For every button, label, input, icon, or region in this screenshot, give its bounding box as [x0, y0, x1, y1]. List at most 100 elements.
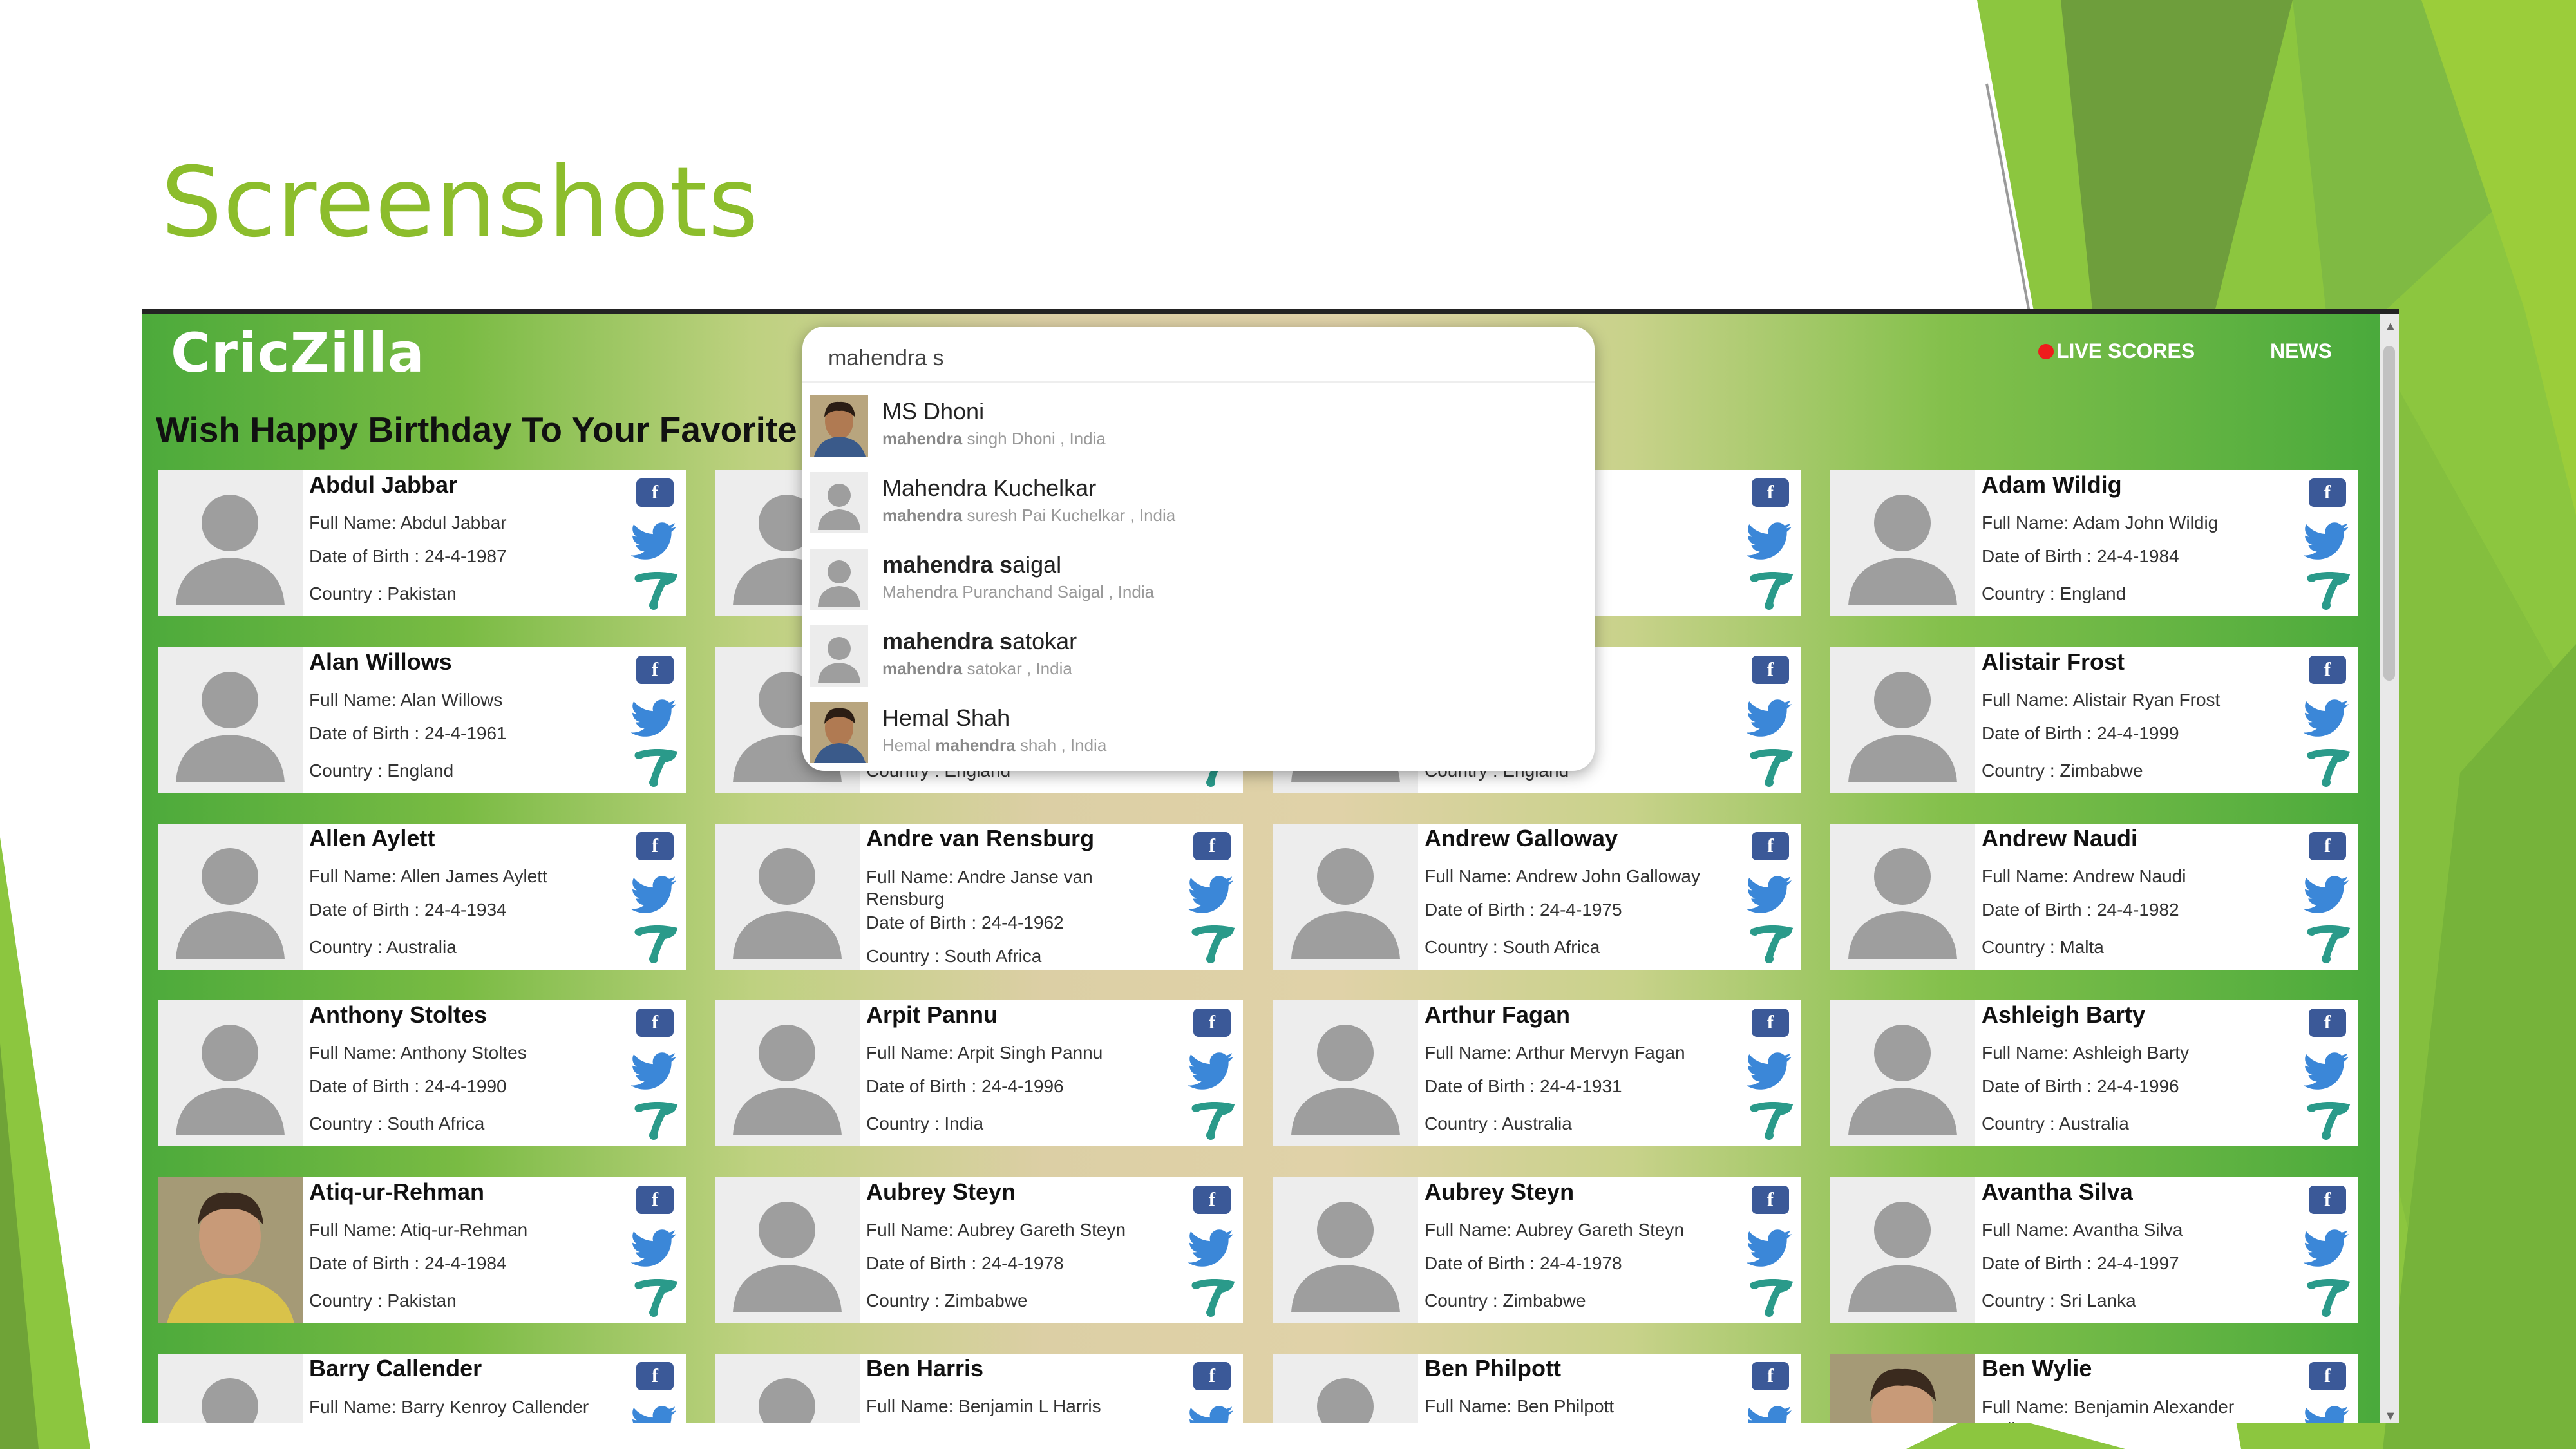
scroll-up-icon[interactable]: ▲	[2384, 320, 2397, 333]
twitter-icon[interactable]	[630, 1052, 679, 1092]
facebook-icon[interactable]: f	[2309, 656, 2346, 684]
facebook-icon[interactable]: f	[1752, 1009, 1789, 1037]
player-card[interactable]: Barry Callender Full Name: Barry Kenroy C…	[158, 1354, 686, 1423]
twitter-icon[interactable]	[2303, 875, 2351, 915]
twitter-icon[interactable]	[631, 1405, 679, 1423]
twitter-icon[interactable]	[1747, 1405, 1794, 1423]
player-name[interactable]: Arpit Pannu	[866, 1001, 998, 1028]
player-name[interactable]: Barry Callender	[309, 1355, 482, 1382]
twitter-icon[interactable]	[630, 875, 679, 915]
twitter-icon[interactable]	[2303, 1229, 2351, 1269]
player-card[interactable]: Ben Wylie Full Name: Benjamin Alexander W…	[1830, 1354, 2358, 1423]
player-card[interactable]: Ashleigh Barty Full Name: Ashleigh Barty D…	[1830, 1000, 2358, 1146]
twitter-icon[interactable]	[1746, 522, 1794, 562]
link-icon[interactable]	[1750, 748, 1795, 789]
player-card[interactable]: Ben Harris Full Name: Benjamin L Harris f	[715, 1354, 1243, 1423]
facebook-icon[interactable]: f	[1193, 1009, 1231, 1037]
player-name[interactable]: Alistair Frost	[1982, 649, 2125, 676]
facebook-icon[interactable]: f	[1193, 832, 1231, 860]
facebook-icon[interactable]: f	[1752, 832, 1789, 860]
player-name[interactable]: Ben Philpott	[1425, 1355, 1561, 1382]
player-card[interactable]: Arthur Fagan Full Name: Arthur Mervyn Fag…	[1273, 1000, 1801, 1146]
facebook-icon[interactable]: f	[1193, 1186, 1231, 1214]
link-icon[interactable]	[1191, 1278, 1236, 1319]
player-name[interactable]: Andrew Naudi	[1982, 825, 2137, 852]
player-card[interactable]: Anthony Stoltes Full Name: Anthony Stolte…	[158, 1000, 686, 1146]
scroll-thumb[interactable]	[2383, 346, 2395, 681]
search-input[interactable]	[828, 343, 1537, 373]
player-card[interactable]: Arpit Pannu Full Name: Arpit Singh Pannu D…	[715, 1000, 1243, 1146]
player-name[interactable]: Ashleigh Barty	[1982, 1001, 2145, 1028]
search-suggestion[interactable]: MS Dhoni mahendra singh Dhoni , India	[802, 388, 1595, 464]
player-card[interactable]: Alistair Frost Full Name: Alistair Ryan F…	[1830, 647, 2358, 793]
facebook-icon[interactable]: f	[636, 832, 674, 860]
player-card[interactable]: Aubrey Steyn Full Name: Aubrey Gareth Ste…	[1273, 1177, 1801, 1323]
facebook-icon[interactable]: f	[2309, 1362, 2346, 1390]
search-suggestion[interactable]: mahendra saigal Mahendra Puranchand Saiga…	[802, 541, 1595, 618]
player-card[interactable]: Andrew Galloway Full Name: Andrew John Ga…	[1273, 824, 1801, 970]
facebook-icon[interactable]: f	[636, 478, 674, 507]
player-name[interactable]: Adam Wildig	[1982, 471, 2122, 498]
link-icon[interactable]	[2307, 1278, 2352, 1319]
twitter-icon[interactable]	[2303, 699, 2351, 739]
twitter-icon[interactable]	[630, 699, 679, 739]
twitter-icon[interactable]	[1188, 875, 1236, 915]
link-icon[interactable]	[1750, 1278, 1795, 1319]
player-name[interactable]: Anthony Stoltes	[309, 1001, 487, 1028]
player-name[interactable]: Andre van Rensburg	[866, 825, 1094, 852]
link-icon[interactable]	[1191, 925, 1236, 965]
twitter-icon[interactable]	[1188, 1405, 1236, 1423]
twitter-icon[interactable]	[630, 522, 679, 562]
facebook-icon[interactable]: f	[1752, 478, 1789, 507]
search-suggestion[interactable]: mahendra satokar mahendra satokar , India	[802, 618, 1595, 694]
twitter-icon[interactable]	[2303, 522, 2351, 562]
search-suggestion[interactable]: Mahendra Kuchelkar mahendra suresh Pai Ku…	[802, 464, 1595, 541]
app-logo[interactable]: CricZilla	[171, 321, 425, 384]
link-icon[interactable]	[2307, 1101, 2352, 1142]
player-name[interactable]: Alan Willows	[309, 649, 452, 676]
player-name[interactable]: Andrew Galloway	[1425, 825, 1618, 852]
player-name[interactable]: Atiq-ur-Rehman	[309, 1179, 484, 1206]
link-icon[interactable]	[634, 748, 679, 789]
player-name[interactable]: Ben Harris	[866, 1355, 983, 1382]
twitter-icon[interactable]	[1746, 699, 1794, 739]
player-name[interactable]: Avantha Silva	[1982, 1179, 2133, 1206]
link-icon[interactable]	[1750, 571, 1795, 612]
player-card[interactable]: Andrew Naudi Full Name: Andrew Naudi Date …	[1830, 824, 2358, 970]
twitter-icon[interactable]	[1746, 1229, 1794, 1269]
link-icon[interactable]	[1191, 1101, 1236, 1142]
link-icon[interactable]	[1750, 925, 1795, 965]
link-icon[interactable]	[634, 1278, 679, 1319]
player-name[interactable]: Aubrey Steyn	[1425, 1179, 1574, 1206]
facebook-icon[interactable]: f	[2309, 478, 2346, 507]
twitter-icon[interactable]	[630, 1229, 679, 1269]
player-card[interactable]: Andre van Rensburg Full Name: Andre Janse…	[715, 824, 1243, 970]
facebook-icon[interactable]: f	[2309, 832, 2346, 860]
link-icon[interactable]	[634, 1101, 679, 1142]
facebook-icon[interactable]: f	[1752, 1186, 1789, 1214]
link-icon[interactable]	[634, 571, 679, 612]
link-icon[interactable]	[2307, 925, 2352, 965]
nav-news[interactable]: NEWS	[2270, 339, 2332, 363]
link-icon[interactable]	[2307, 748, 2352, 789]
facebook-icon[interactable]: f	[636, 1362, 674, 1390]
facebook-icon[interactable]: f	[1752, 1362, 1789, 1390]
player-card[interactable]: Avantha Silva Full Name: Avantha Silva Dat…	[1830, 1177, 2358, 1323]
facebook-icon[interactable]: f	[636, 1186, 674, 1214]
player-name[interactable]: Abdul Jabbar	[309, 471, 457, 498]
facebook-icon[interactable]: f	[636, 656, 674, 684]
scroll-down-icon[interactable]: ▼	[2384, 1410, 2397, 1423]
nav-live-scores[interactable]: LIVE SCORES	[2038, 339, 2195, 363]
facebook-icon[interactable]: f	[1193, 1362, 1231, 1390]
facebook-icon[interactable]: f	[2309, 1009, 2346, 1037]
player-card[interactable]: Ben Philpott Full Name: Ben Philpott f	[1273, 1354, 1801, 1423]
player-card[interactable]: Adam Wildig Full Name: Adam John Wildig Da…	[1830, 470, 2358, 616]
facebook-icon[interactable]: f	[636, 1009, 674, 1037]
player-card[interactable]: Alan Willows Full Name: Alan Willows Date …	[158, 647, 686, 793]
player-card[interactable]: Aubrey Steyn Full Name: Aubrey Gareth Ste…	[715, 1177, 1243, 1323]
player-name[interactable]: Ben Wylie	[1982, 1355, 2092, 1382]
twitter-icon[interactable]	[2304, 1405, 2351, 1423]
player-card[interactable]: Atiq-ur-Rehman Full Name: Atiq-ur-Rehman D…	[158, 1177, 686, 1323]
twitter-icon[interactable]	[1188, 1052, 1236, 1092]
twitter-icon[interactable]	[1746, 1052, 1794, 1092]
